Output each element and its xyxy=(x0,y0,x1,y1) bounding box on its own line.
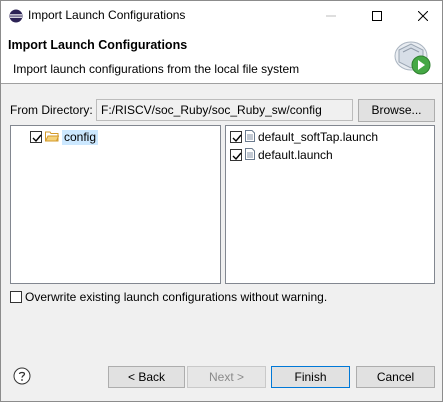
maximize-icon xyxy=(372,11,382,21)
file-label: default.launch xyxy=(258,148,333,162)
minimize-button[interactable] xyxy=(308,1,354,31)
title-bar[interactable]: Import Launch Configurations xyxy=(1,1,442,31)
file-label: default_softTap.launch xyxy=(258,130,379,144)
banner-description: Import launch configurations from the lo… xyxy=(13,62,300,76)
list-item[interactable]: default_softTap.launch xyxy=(230,129,378,145)
maximize-button[interactable] xyxy=(354,1,400,31)
close-button[interactable] xyxy=(400,1,443,31)
footer-divider xyxy=(1,353,442,354)
eclipse-icon xyxy=(9,9,23,23)
file-icon xyxy=(245,147,255,163)
minimize-icon xyxy=(326,15,336,17)
list-item[interactable]: default.launch xyxy=(230,147,333,163)
overwrite-option[interactable]: Overwrite existing launch configurations… xyxy=(10,290,327,304)
file-checkbox[interactable] xyxy=(230,131,242,143)
cancel-button[interactable]: Cancel xyxy=(356,366,435,388)
folder-tree[interactable]: config xyxy=(10,125,221,284)
next-button[interactable]: Next > xyxy=(187,366,266,388)
checkmark-icon xyxy=(32,134,42,143)
finish-button[interactable]: Finish xyxy=(271,366,350,388)
back-button[interactable]: < Back xyxy=(108,366,185,388)
overwrite-label: Overwrite existing launch configurations… xyxy=(25,290,328,304)
file-list[interactable]: default_softTap.launch default.launch xyxy=(225,125,435,284)
tree-item-label: config xyxy=(62,129,99,145)
checkmark-icon xyxy=(232,152,242,161)
file-icon xyxy=(245,129,255,145)
import-wizard-icon xyxy=(391,38,435,78)
directory-field[interactable]: F:/RISCV/soc_Ruby/soc_Ruby_sw/config xyxy=(96,99,353,121)
tree-item-config[interactable]: config xyxy=(30,129,99,145)
from-directory-label: From Directory: xyxy=(10,103,93,117)
import-launch-config-dialog: Import Launch Configurations Import Laun… xyxy=(0,0,443,402)
banner-title: Import Launch Configurations xyxy=(8,38,188,52)
checkmark-icon xyxy=(232,134,242,143)
wizard-banner: Import Launch Configurations Import laun… xyxy=(1,31,442,84)
file-checkbox[interactable] xyxy=(230,149,242,161)
overwrite-checkbox[interactable] xyxy=(10,291,22,303)
folder-icon xyxy=(44,130,60,145)
browse-button[interactable]: Browse... xyxy=(358,99,435,122)
window-title: Import Launch Configurations xyxy=(28,8,186,22)
close-icon xyxy=(418,11,428,21)
folder-checkbox[interactable] xyxy=(30,131,42,143)
help-icon[interactable] xyxy=(13,367,31,385)
